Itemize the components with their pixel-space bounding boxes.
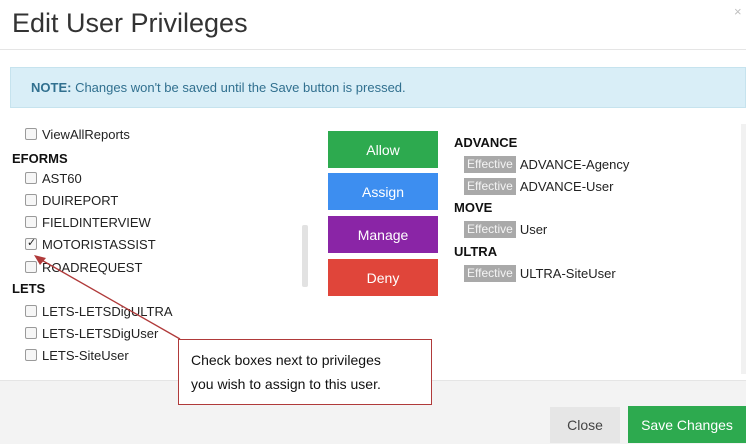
modal-title: Edit User Privileges (12, 8, 248, 38)
checkbox[interactable] (25, 216, 37, 228)
group-heading-lets: LETS (12, 281, 46, 296)
role-group-ultra: ULTRA (454, 244, 498, 259)
effective-badge: Effective (464, 220, 516, 238)
privilege-list-scrollbar[interactable] (302, 225, 308, 287)
role-label: ADVANCE-Agency (519, 156, 630, 172)
privilege-item-fieldinterview[interactable]: FIELDINTERVIEW (25, 213, 151, 231)
effective-badge: Effective (464, 177, 516, 195)
privilege-item-roadrequest[interactable]: ROADREQUEST (25, 258, 142, 276)
callout-box: Check boxes next to privileges you wish … (178, 339, 432, 405)
privilege-label: MOTORISTASSIST (42, 236, 156, 252)
note-label: NOTE: (31, 80, 72, 95)
close-button[interactable]: Close (550, 407, 620, 443)
note-banner: NOTE: Changes won't be saved until the S… (10, 67, 746, 108)
checkbox[interactable] (25, 349, 37, 361)
privilege-list: ViewAllReports EFORMS AST60 DUIREPORT FI… (0, 124, 300, 374)
deny-button[interactable]: Deny (328, 259, 438, 296)
title-divider (0, 49, 746, 50)
role-item: Effective User (464, 220, 547, 238)
privilege-label: AST60 (42, 170, 82, 186)
roles-scrollbar[interactable] (741, 124, 746, 374)
role-label: User (519, 221, 548, 237)
privilege-item-lets-letsdiguser[interactable]: LETS-LETSDigUser (25, 324, 158, 342)
checkbox[interactable] (25, 172, 37, 184)
role-item: Effective ULTRA-SiteUser (464, 264, 616, 282)
checkbox[interactable] (25, 194, 37, 206)
callout-line-1: Check boxes next to privileges (191, 352, 381, 368)
manage-button[interactable]: Manage (328, 216, 438, 253)
checkbox[interactable] (25, 305, 37, 317)
privilege-label: LETS-SiteUser (42, 347, 129, 363)
privilege-item-lets-letsdigultra[interactable]: LETS-LETSDigULTRA (25, 302, 173, 320)
checkbox[interactable] (25, 128, 37, 140)
privilege-label: LETS-LETSDigULTRA (42, 303, 173, 319)
assign-button[interactable]: Assign (328, 173, 438, 210)
privilege-item-viewallreports[interactable]: ViewAllReports (25, 125, 130, 143)
privilege-label: DUIREPORT (42, 192, 119, 208)
privilege-label: ViewAllReports (42, 126, 130, 142)
allow-button[interactable]: Allow (328, 131, 438, 168)
privilege-label: LETS-LETSDigUser (42, 325, 159, 341)
group-heading-eforms: EFORMS (12, 151, 68, 166)
role-group-advance: ADVANCE (454, 135, 518, 150)
close-icon[interactable]: × (734, 4, 742, 19)
callout-line-2: you wish to assign to this user. (191, 376, 381, 392)
privilege-item-motoristassist[interactable]: MOTORISTASSIST (25, 235, 156, 253)
privilege-item-lets-siteuser[interactable]: LETS-SiteUser (25, 346, 129, 364)
save-changes-button[interactable]: Save Changes (628, 406, 746, 443)
privilege-label: FIELDINTERVIEW (42, 214, 151, 230)
privilege-item-duireport[interactable]: DUIREPORT (25, 191, 118, 209)
role-group-move: MOVE (454, 200, 493, 215)
effective-badge: Effective (464, 264, 516, 282)
note-text: Changes won't be saved until the Save bu… (71, 80, 406, 95)
checkbox[interactable] (25, 261, 37, 273)
effective-badge: Effective (464, 155, 516, 173)
role-item: Effective ADVANCE-Agency (464, 155, 629, 173)
checkbox[interactable] (25, 327, 37, 339)
role-item: Effective ADVANCE-User (464, 177, 613, 195)
role-label: ULTRA-SiteUser (519, 265, 616, 281)
privilege-item-ast60[interactable]: AST60 (25, 169, 82, 187)
privilege-label: ROADREQUEST (42, 259, 143, 275)
role-label: ADVANCE-User (519, 178, 614, 194)
checkbox-checked[interactable] (25, 236, 37, 250)
